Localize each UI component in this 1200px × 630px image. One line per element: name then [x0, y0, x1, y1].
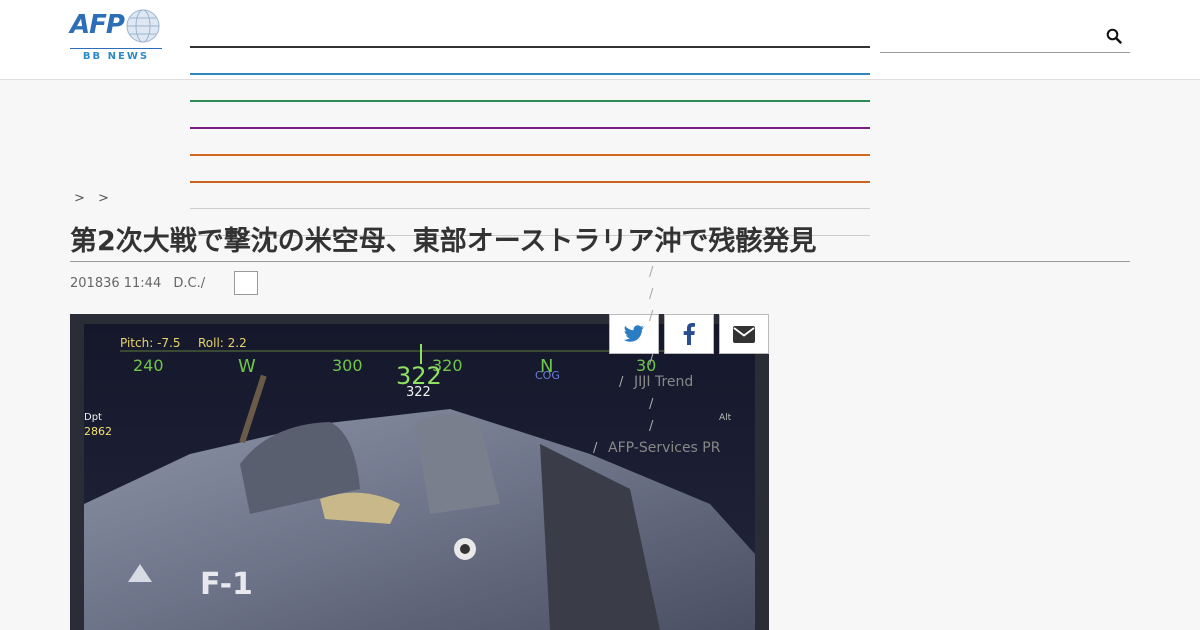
facebook-share-button[interactable]: [664, 314, 714, 354]
separator: /: [619, 375, 624, 390]
breadcrumb: > >: [74, 191, 118, 206]
separator: /: [649, 353, 654, 368]
nav-line[interactable]: [190, 46, 870, 48]
clip-checkbox[interactable]: [234, 271, 258, 295]
nav-line[interactable]: [190, 127, 870, 129]
depth-label: Dpt: [84, 412, 102, 423]
cog-label: COG: [535, 369, 560, 382]
related-link-afp-services-pr[interactable]: AFP-Services PR: [608, 440, 720, 456]
email-share-button[interactable]: [719, 314, 769, 354]
article-photo[interactable]: F-1 Pitch: -7.5 Roll: 2.2 240 W 300 320 …: [70, 314, 769, 630]
roll-readout: Roll: 2.2: [198, 336, 247, 350]
article-location: D.C./: [173, 276, 206, 291]
breadcrumb-separator: >: [98, 191, 109, 206]
globe-icon: [126, 9, 160, 43]
search-icon[interactable]: [1106, 28, 1122, 44]
breadcrumb-separator: >: [74, 191, 85, 206]
logo-divider: [70, 48, 162, 49]
pitch-readout: Pitch: -7.5: [120, 336, 181, 350]
separator: /: [649, 419, 654, 434]
article-meta: 201836 11:44 D.C./: [70, 276, 213, 291]
compass-tick: 300: [332, 356, 363, 375]
twitter-icon: [623, 325, 644, 342]
nav-line[interactable]: [190, 154, 870, 156]
nav-line[interactable]: [190, 100, 870, 102]
compass-tick: 240: [133, 356, 164, 375]
altitude-label: Alt: [719, 413, 732, 423]
nav-line[interactable]: [190, 73, 870, 75]
separator: /: [649, 265, 654, 280]
site-logo[interactable]: AFP BB NEWS: [70, 8, 162, 64]
depth-readout: 2862: [84, 425, 112, 438]
article-date: 201836 11:44: [70, 276, 162, 291]
compass-tick: W: [238, 356, 256, 377]
logo-brand: AFP: [70, 10, 125, 40]
separator: /: [649, 309, 654, 324]
search-input[interactable]: [880, 52, 1130, 53]
separator: /: [593, 441, 598, 456]
title-divider: [70, 261, 1130, 262]
heading-sub-readout: 322: [406, 385, 431, 400]
logo-subtitle: BB NEWS: [82, 51, 150, 62]
related-link-jiji-trend[interactable]: JIJI Trend: [634, 374, 693, 390]
separator: /: [649, 287, 654, 302]
email-icon: [733, 325, 755, 343]
nav-line[interactable]: [190, 181, 870, 183]
separator: /: [649, 397, 654, 412]
article-title: 第2次大戦で撃沈の米空母、東部オーストラリア沖で残骸発見: [70, 226, 817, 257]
site-header: AFP BB NEWS: [0, 0, 1200, 80]
svg-text:F-1: F-1: [200, 567, 253, 602]
nav-line[interactable]: [190, 208, 870, 209]
facebook-icon: [683, 323, 695, 345]
